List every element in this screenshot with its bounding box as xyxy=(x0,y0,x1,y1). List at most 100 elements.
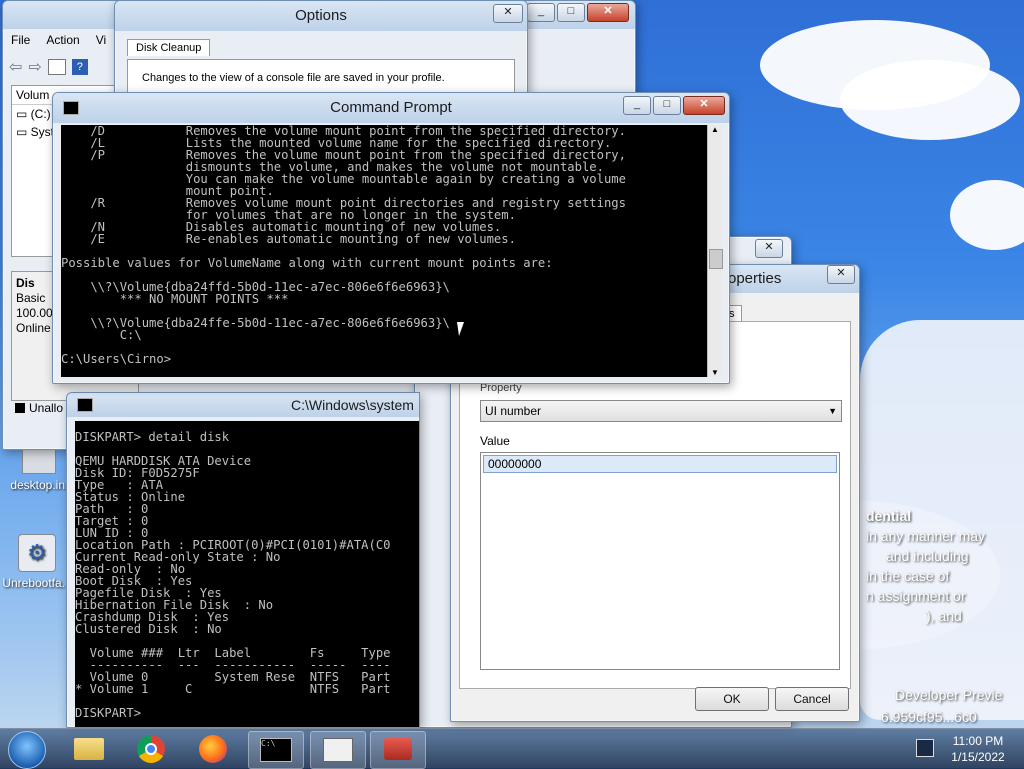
console-line: C:\ xyxy=(61,328,142,342)
value-list-item[interactable]: 00000000 xyxy=(483,455,837,473)
minimize-button[interactable]: _ xyxy=(623,96,651,115)
console-line: Clustered Disk : No xyxy=(75,622,222,636)
desktop-icon-unrebootfa[interactable]: ⚙ Unrebootfa... xyxy=(0,534,74,590)
taskbar-file-explorer[interactable] xyxy=(62,731,116,767)
options-tab[interactable]: Disk Cleanup xyxy=(127,39,211,56)
mmc-window-controls: _ □ ✕ xyxy=(527,3,629,22)
legend-unallocated: Unallo xyxy=(15,401,63,415)
close-button[interactable]: ✕ xyxy=(587,3,629,22)
start-orb-icon[interactable] xyxy=(8,731,46,769)
network-icon[interactable] xyxy=(916,739,934,757)
menu-action[interactable]: Action xyxy=(46,33,79,47)
mmc-icon xyxy=(323,738,353,762)
value-list[interactable]: 00000000 xyxy=(480,452,840,670)
diskpart-titlebar[interactable]: C:\Windows\system xyxy=(67,393,419,417)
console-line: DISKPART> xyxy=(75,706,142,720)
desktop-icon-label: Unrebootfa... xyxy=(2,576,72,590)
wallpaper-line: dential xyxy=(866,508,912,524)
console-tree-icon[interactable] xyxy=(47,59,66,75)
gear-icon: ⚙ xyxy=(18,534,56,572)
cancel-button[interactable]: Cancel xyxy=(775,687,849,711)
cmd-icon: C:\ xyxy=(260,738,292,762)
wallpaper-cloud xyxy=(840,60,1020,140)
cmd-window-controls: _ □ ✕ xyxy=(623,96,725,115)
cmd-console[interactable]: /D Removes the volume mount point from t… xyxy=(61,125,709,377)
clock-date: 1/15/2022 xyxy=(951,750,1005,764)
options-title: Options xyxy=(295,7,347,24)
wallpaper-line: in any manner may xyxy=(866,528,986,544)
console-line: /E Re-enables automatic mounting of new … xyxy=(61,232,516,246)
value-label: Value xyxy=(480,434,510,448)
console-line: * Volume 1 C NTFS Part xyxy=(75,682,391,696)
forward-arrow-icon[interactable]: ⇨ xyxy=(28,57,41,77)
taskbar-firefox[interactable] xyxy=(186,731,240,767)
maximize-button[interactable]: □ xyxy=(557,3,585,22)
wallpaper-line: and including xyxy=(886,548,969,564)
diskpart-window: C:\Windows\system DISKPART> detail disk … xyxy=(66,392,420,728)
watermark-line: Developer Previe xyxy=(895,687,1003,703)
console-line: C:\Users\Cirno> xyxy=(61,352,172,366)
maximize-button[interactable]: □ xyxy=(653,96,681,115)
minimize-button[interactable]: _ xyxy=(527,3,555,22)
options-titlebar[interactable]: Options xyxy=(115,1,527,31)
console-icon xyxy=(63,101,79,115)
console-line: *** NO MOUNT POINTS *** xyxy=(61,292,289,306)
wallpaper-watermark: Developer Previe 6.959cf95...6c0 xyxy=(881,684,1003,728)
menu-file[interactable]: File xyxy=(11,33,30,47)
wallpaper-text-block: dential in any manner may and including … xyxy=(866,506,1022,626)
small-dialog-controls: ✕ xyxy=(755,239,783,258)
unallocated-swatch xyxy=(15,403,25,413)
properties-controls: ✕ xyxy=(827,265,855,284)
desktop-icon-label: desktop.ini xyxy=(10,478,68,492)
options-window-controls: ✕ xyxy=(493,4,523,23)
scroll-up-arrow[interactable]: ▲ xyxy=(708,125,722,134)
clock-time: 11:00 PM xyxy=(952,734,1004,748)
properties-title: roperties xyxy=(723,270,782,287)
close-button[interactable]: ✕ xyxy=(755,239,783,258)
taskbar-chrome[interactable] xyxy=(124,731,178,767)
chrome-icon-center xyxy=(145,743,157,755)
taskbar-toolbox[interactable] xyxy=(370,731,426,769)
wallpaper-cloud xyxy=(950,180,1024,250)
volume-row-label: (C:) xyxy=(30,107,51,121)
volume-row-label: Syst xyxy=(30,125,55,139)
help-icon[interactable]: ? xyxy=(71,59,88,75)
legend-label: Unallo xyxy=(29,401,64,415)
close-button[interactable]: ✕ xyxy=(683,96,725,115)
property-select-value: UI number xyxy=(485,404,542,418)
taskbar-cmd[interactable]: C:\ xyxy=(248,731,304,769)
console-line: \\?\Volume{dba24ffe-5b0d-11ec-a7ec-806e6… xyxy=(61,316,450,330)
wallpaper-line: ), and xyxy=(926,608,962,624)
console-icon xyxy=(77,398,93,412)
close-button[interactable]: ✕ xyxy=(827,265,855,284)
diskpart-title: C:\Windows\system xyxy=(291,397,414,413)
firefox-icon xyxy=(199,735,227,763)
clock[interactable]: 11:00 PM 1/15/2022 xyxy=(938,733,1018,765)
mouse-cursor-icon xyxy=(457,322,473,336)
value-text: 00000000 xyxy=(488,457,542,471)
close-button[interactable]: ✕ xyxy=(493,4,523,23)
console-line: DISKPART> detail disk xyxy=(75,430,230,444)
cmd-title: Command Prompt xyxy=(330,99,452,116)
toolbox-icon xyxy=(384,738,412,760)
menu-view[interactable]: Vi xyxy=(96,33,106,47)
scroll-down-arrow[interactable]: ▼ xyxy=(708,368,722,377)
wallpaper-line: in the case of xyxy=(866,568,950,584)
diskpart-console[interactable]: DISKPART> detail disk QEMU HARDDISK ATA … xyxy=(75,421,419,727)
mmc-menu-bar: File Action Vi xyxy=(11,33,106,47)
taskbar-mmc[interactable] xyxy=(310,731,366,769)
wallpaper-line: n assignment or xyxy=(866,588,966,604)
property-select[interactable]: UI number ▼ xyxy=(480,400,842,422)
command-prompt-window: Command Prompt _ □ ✕ /D Removes the volu… xyxy=(52,92,730,384)
scroll-thumb[interactable] xyxy=(709,249,723,269)
chevron-down-icon: ▼ xyxy=(828,406,837,416)
options-text: Changes to the view of a console file ar… xyxy=(142,72,445,84)
folder-icon xyxy=(74,738,104,760)
taskbar: C:\ 11:00 PM 1/15/2022 xyxy=(0,728,1024,769)
cmd-scrollbar[interactable]: ▲ ▼ xyxy=(707,125,723,377)
ok-button[interactable]: OK xyxy=(695,687,769,711)
back-arrow-icon[interactable]: ⇦ xyxy=(9,57,22,77)
chrome-icon xyxy=(137,735,165,763)
console-line: Possible values for VolumeName along wit… xyxy=(61,256,553,270)
mmc-toolbar: ⇦ ⇨ ? xyxy=(9,55,119,79)
